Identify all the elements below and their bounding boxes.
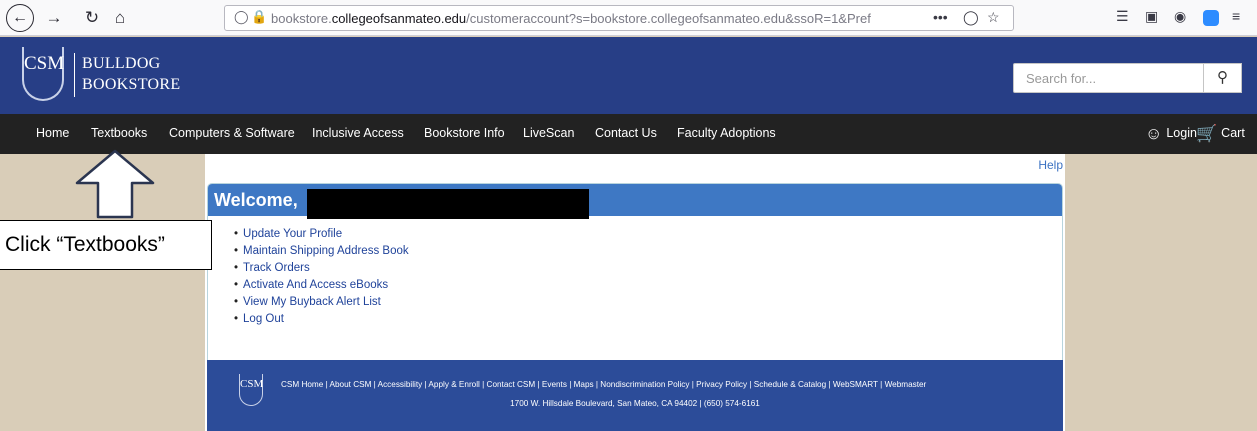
address-bar[interactable]: ◯ 🔒 bookstore.collegeofsanmateo.edu/cust… bbox=[224, 5, 1014, 31]
nav-item-faculty-adoptions[interactable]: Faculty Adoptions bbox=[677, 126, 776, 140]
bookmark-star-icon[interactable]: ☆ bbox=[987, 9, 1000, 26]
cart-link[interactable]: 🛒 Cart bbox=[1196, 124, 1245, 144]
account-links: Update Your Profile Maintain Shipping Ad… bbox=[234, 226, 409, 328]
url-text[interactable]: bookstore.collegeofsanmateo.edu/customer… bbox=[271, 11, 871, 26]
library-icon[interactable]: ☰ bbox=[1116, 8, 1129, 25]
help-link[interactable]: Help bbox=[1038, 158, 1063, 172]
sidebar-icon[interactable]: ▣ bbox=[1145, 8, 1158, 25]
login-link[interactable]: ☺ Login bbox=[1145, 124, 1197, 144]
welcome-heading: Welcome, bbox=[214, 190, 298, 210]
forward-arrow-icon[interactable]: → bbox=[42, 6, 66, 30]
search-input[interactable]: Search for... bbox=[1013, 63, 1204, 93]
account-content: Help Welcome, Update Your Profile Mainta… bbox=[205, 154, 1065, 431]
browser-toolbar: ← → ↻ ⌂ ◯ 🔒 bookstore.collegeofsanmateo.… bbox=[0, 0, 1257, 36]
pocket-icon[interactable]: ◯ bbox=[963, 9, 979, 26]
shield-icon[interactable]: ◯ bbox=[234, 9, 249, 25]
cart-icon: 🛒 bbox=[1196, 124, 1218, 143]
footer-links[interactable]: CSM Home | About CSM | Accessibility | A… bbox=[281, 380, 1041, 389]
nav-item-textbooks[interactable]: Textbooks bbox=[91, 126, 147, 140]
link-activate-ebooks[interactable]: Activate And Access eBooks bbox=[234, 277, 409, 294]
cart-label: Cart bbox=[1221, 126, 1245, 140]
reload-icon[interactable]: ↻ bbox=[80, 6, 104, 30]
site-header: CSM BULLDOG BOOKSTORE Search for... ⚲ bbox=[0, 37, 1257, 114]
welcome-panel: Welcome, Update Your Profile Maintain Sh… bbox=[207, 183, 1063, 370]
page: ← → ↻ ⌂ ◯ 🔒 bookstore.collegeofsanmateo.… bbox=[0, 0, 1257, 431]
site-footer: CSM CSM Home | About CSM | Accessibility… bbox=[207, 360, 1063, 431]
account-icon[interactable]: ◉ bbox=[1174, 8, 1186, 25]
link-update-profile[interactable]: Update Your Profile bbox=[234, 226, 409, 243]
link-log-out[interactable]: Log Out bbox=[234, 311, 409, 328]
csm-logo[interactable]: CSM bbox=[22, 47, 64, 101]
wordmark-line2: BOOKSTORE bbox=[82, 76, 181, 93]
nav-item-inclusive-access[interactable]: Inclusive Access bbox=[312, 126, 404, 140]
nav-item-livescan[interactable]: LiveScan bbox=[523, 126, 574, 140]
link-buyback-alert-list[interactable]: View My Buyback Alert List bbox=[234, 294, 409, 311]
instruction-callout: Click “Textbooks” bbox=[0, 220, 212, 270]
nav-item-contact-us[interactable]: Contact Us bbox=[595, 126, 657, 140]
link-track-orders[interactable]: Track Orders bbox=[234, 260, 409, 277]
nav-item-home[interactable]: Home bbox=[36, 126, 69, 140]
bookstore-wordmark[interactable]: BULLDOG BOOKSTORE bbox=[82, 53, 180, 95]
nav-item-computers-software[interactable]: Computers & Software bbox=[169, 126, 295, 140]
back-arrow-icon[interactable]: ← bbox=[6, 4, 34, 32]
welcome-header: Welcome, bbox=[208, 184, 1062, 219]
logo-divider bbox=[74, 53, 75, 97]
user-icon: ☺ bbox=[1145, 124, 1163, 143]
up-arrow-annotation bbox=[75, 149, 155, 219]
main-nav: Home Textbooks Computers & Software Incl… bbox=[0, 114, 1257, 154]
redacted-name bbox=[307, 189, 589, 219]
zoom-extension-icon[interactable] bbox=[1203, 10, 1219, 26]
link-shipping-address-book[interactable]: Maintain Shipping Address Book bbox=[234, 243, 409, 260]
wordmark-line1: BULLDOG bbox=[82, 55, 161, 72]
nav-item-bookstore-info[interactable]: Bookstore Info bbox=[424, 126, 505, 140]
login-label: Login bbox=[1166, 126, 1197, 140]
insecure-lock-icon[interactable]: 🔒 bbox=[251, 9, 267, 25]
menu-icon[interactable]: ≡ bbox=[1232, 8, 1240, 24]
footer-address: 1700 W. Hillsdale Boulevard, San Mateo, … bbox=[510, 399, 760, 408]
page-actions-icon[interactable]: ••• bbox=[933, 9, 948, 25]
search-icon[interactable]: ⚲ bbox=[1204, 63, 1242, 93]
home-icon[interactable]: ⌂ bbox=[108, 6, 132, 30]
